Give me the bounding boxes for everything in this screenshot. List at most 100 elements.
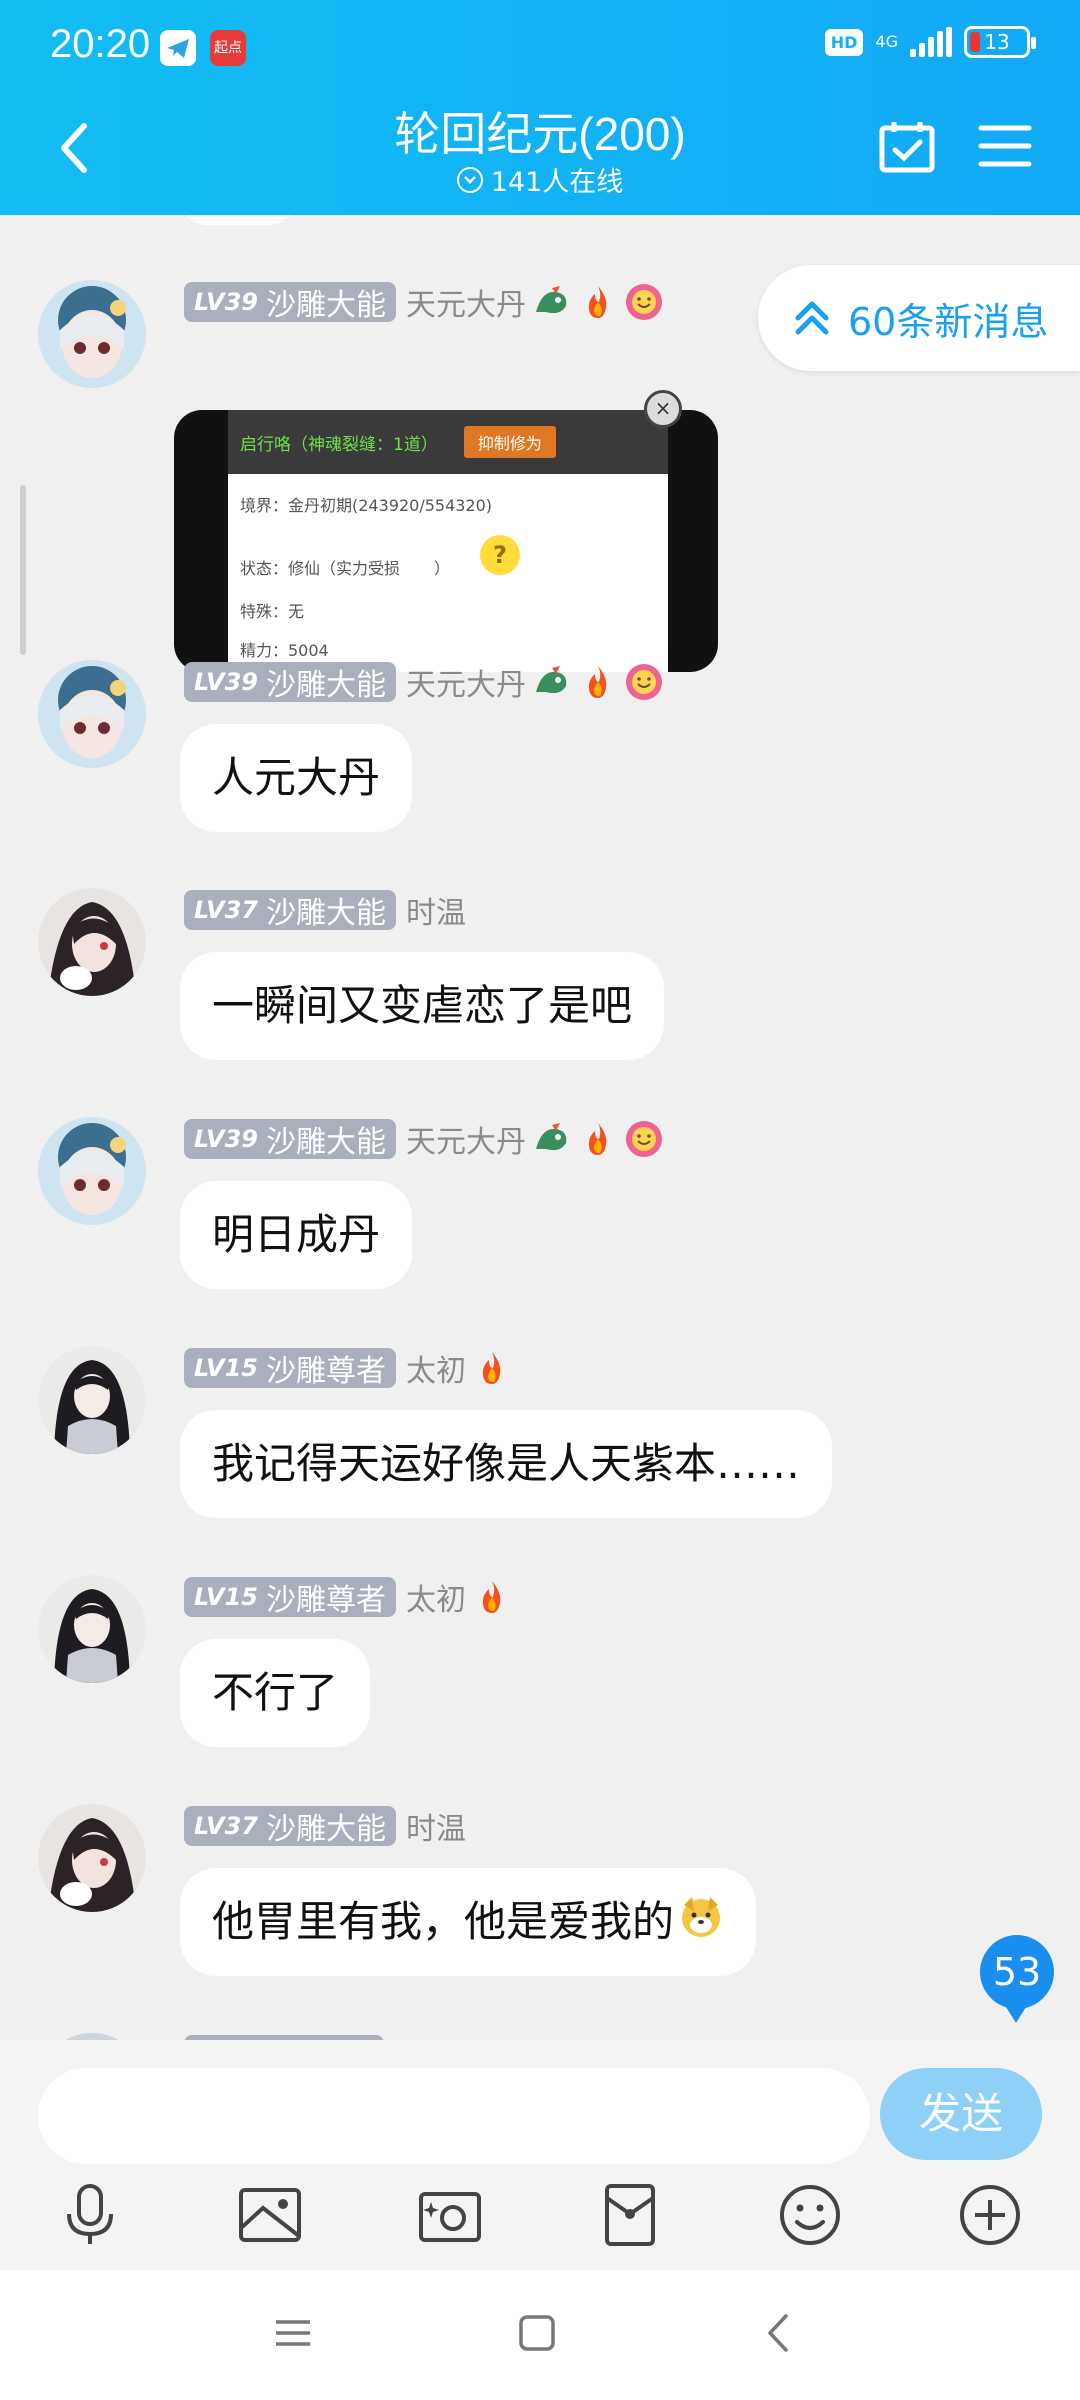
message-bubble[interactable]: 不行了 [180,1639,371,1747]
level: LV37 [194,896,258,924]
nickname[interactable]: 时温 [406,888,466,932]
chevron-down-icon [456,166,483,193]
avatar[interactable] [38,1575,146,1683]
fire-icon [578,1119,618,1159]
game-status-text: 启行咯（神魂裂缝：1道） [240,434,438,455]
nickname[interactable]: 天元大丹 [406,1117,526,1161]
red-packet-icon[interactable] [595,2180,665,2250]
image-icon[interactable] [235,2180,305,2250]
rank-title: 沙雕大能 [265,288,386,323]
level-badge: LV15 沙雕尊者 [184,1348,396,1389]
double-chevron-up-icon [795,301,829,335]
level: LV39 [194,668,258,696]
game-screenshot: 启行咯（神魂裂缝：1道） 抑制修为 境界：金丹初期(243920/554320)… [228,410,668,672]
avatar[interactable] [38,280,146,388]
sender-meta: LV39 沙雕大能 天元大丹 [184,280,664,324]
image-message[interactable]: 启行咯（神魂裂缝：1道） 抑制修为 境界：金丹初期(243920/554320)… [174,410,718,672]
back-nav-icon[interactable] [756,2308,806,2358]
dragon-icon [532,282,572,322]
new-messages-button[interactable]: 60条新消息 [758,265,1080,371]
avatar[interactable] [38,1346,146,1454]
dragon-icon [532,1119,572,1159]
status-time: 20:20 [50,22,151,66]
level-badge: LV15 沙雕尊者 [184,1577,396,1618]
level-badge: LV39 沙雕大能 [184,282,396,323]
rank-title: 沙雕尊者 [265,1354,386,1389]
signal-icon [910,27,952,57]
hd-badge: HD [824,28,864,56]
sender-meta: LV15 沙雕尊者 太初 [184,1346,512,1390]
flower-face-icon [624,282,664,322]
energy-text: 精力：5004 [240,641,329,660]
menu-icon[interactable] [978,122,1032,170]
avatar[interactable] [38,660,146,768]
system-nav-bar [0,2270,1080,2400]
level: LV15 [194,1583,258,1611]
avatar[interactable] [38,2033,146,2040]
message-bubble[interactable]: 他胃里有我，他是爱我的 [180,1868,757,1979]
new-messages-label: 60条新消息 [848,299,1049,344]
level-badge: LV39 沙雕大能 [184,1119,396,1160]
flower-face-icon [624,1119,664,1159]
sender-meta [184,2033,384,2040]
network-type: 4G [875,32,898,51]
fire-icon [578,662,618,702]
nickname[interactable]: 时温 [406,1804,466,1848]
level-badge: LV37 沙雕大能 [184,1806,396,1847]
nickname[interactable]: 天元大丹 [406,660,526,704]
previous-message-bubble [178,215,298,225]
close-icon[interactable]: × [644,390,682,428]
realm-text: 境界：金丹初期(243920/554320) [240,496,493,515]
online-count-label: 141人在线 [490,167,624,198]
header-bar: 20:20 起点 HD 4G 13 轮回纪元(200) 141人在线 [0,0,1080,215]
emoji-icon[interactable] [775,2180,845,2250]
fire-icon [472,1577,512,1617]
unread-count-badge[interactable]: 53 [980,1935,1054,2023]
camera-icon[interactable] [415,2180,485,2250]
message-bubble[interactable]: 人元大丹 [180,724,413,832]
nickname[interactable]: 太初 [406,1346,466,1390]
rank-title: 沙雕大能 [265,1812,386,1847]
fire-icon [472,1348,512,1388]
dog-emoji-icon [678,1871,724,1979]
rank-title: 沙雕尊者 [265,1583,386,1618]
level-badge: LV39 沙雕大能 [184,662,396,703]
state-text: 状态：修仙（实力受损 ） [228,555,450,579]
fire-icon [578,282,618,322]
rank-title: 沙雕大能 [265,1125,386,1160]
dragon-icon [532,662,572,702]
special-text: 特殊：无 [240,602,305,621]
nickname[interactable]: 天元大丹 [406,280,526,324]
message-input[interactable] [38,2068,870,2164]
recent-apps-icon[interactable] [268,2308,318,2358]
sender-meta: LV15 沙雕尊者 太初 [184,1575,512,1619]
state-text-start: 状态：修仙（实力受损 [240,559,401,578]
telegram-app-icon [160,30,196,66]
message-bubble[interactable]: 一瞬间又变虐恋了是吧 [180,952,665,1060]
sender-meta: LV39 沙雕大能 天元大丹 [184,660,664,704]
calendar-check-icon[interactable] [878,120,936,174]
level-badge: LV37 沙雕大能 [184,890,396,931]
chat-area[interactable]: LV39 沙雕大能 天元大丹 启行咯（神魂裂缝：1道） 抑制修为 境界：金丹初期(… [0,215,1080,2040]
avatar[interactable] [38,888,146,996]
level: LV39 [194,288,258,316]
sender-meta: LV37 沙雕大能 时温 [184,1804,466,1848]
microphone-icon[interactable] [55,2180,125,2250]
rank-title: 沙雕大能 [265,896,386,931]
message-bubble[interactable]: 我记得天运好像是人天紫本…… [180,1410,833,1518]
nickname[interactable]: 太初 [406,1575,466,1619]
scrollbar[interactable] [20,485,26,655]
suppress-button: 抑制修为 [463,426,556,458]
game-status-bar: 启行咯（神魂裂缝：1道） 抑制修为 [228,410,668,474]
message-bubble[interactable]: 明日成丹 [180,1181,413,1289]
battery-icon: 13 [964,26,1036,58]
state-text-end: ） [434,559,451,578]
avatar[interactable] [38,1117,146,1225]
plus-icon[interactable] [955,2180,1025,2250]
send-button[interactable]: 发送 [880,2068,1042,2160]
home-icon[interactable] [512,2308,562,2358]
level: LV39 [194,1125,258,1153]
message-text: 他胃里有我，他是爱我的 [212,1897,675,1946]
avatar[interactable] [38,1804,146,1912]
sender-meta: LV39 沙雕大能 天元大丹 [184,1117,664,1161]
